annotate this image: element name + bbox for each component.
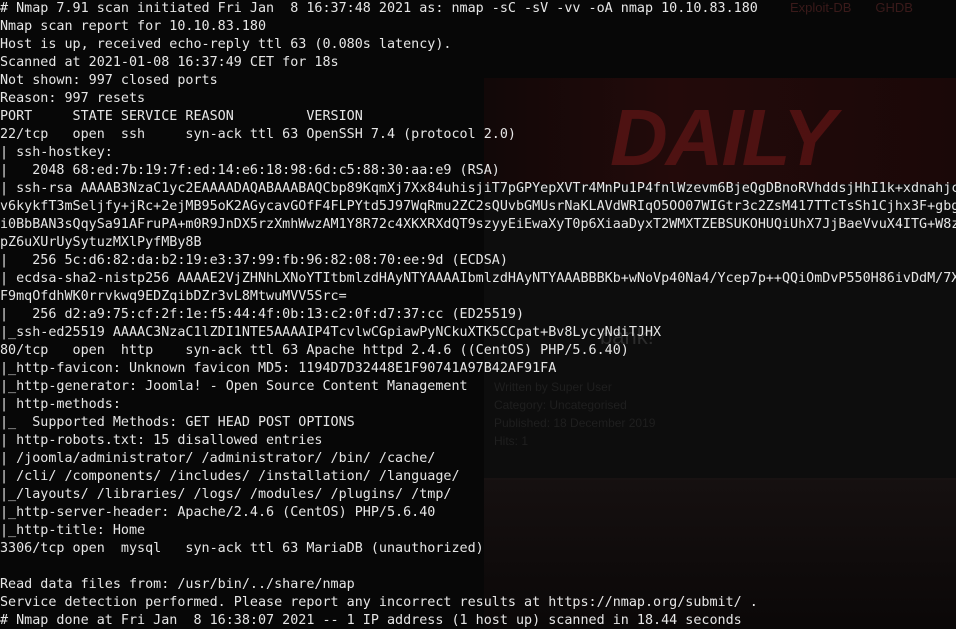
terminal-line: pZ6uXUrUySytuzMXlPyfMBy8B xyxy=(0,235,202,250)
terminal-output: # Nmap 7.91 scan initiated Fri Jan 8 16:… xyxy=(0,0,956,629)
terminal-line: |_ Supported Methods: GET HEAD POST OPTI… xyxy=(0,415,355,430)
terminal-line: PORT STATE SERVICE REASON VERSION xyxy=(0,109,363,124)
terminal-line: Service detection performed. Please repo… xyxy=(0,595,758,610)
terminal-line: | http-methods: xyxy=(0,397,121,412)
terminal-line: |_/layouts/ /libraries/ /logs/ /modules/… xyxy=(0,487,452,502)
terminal-line: | 256 5c:d6:82:da:b2:19:e3:37:99:fb:96:8… xyxy=(0,253,508,268)
terminal-line: | 256 d2:a9:75:cf:2f:1e:f5:44:4f:0b:13:c… xyxy=(0,307,525,322)
terminal-line: # Nmap done at Fri Jan 8 16:38:07 2021 -… xyxy=(0,613,742,628)
terminal-window[interactable]: Exploit-DB GHDB DAILY bank! Written by Su… xyxy=(0,0,956,629)
terminal-line: | /cli/ /components/ /includes/ /install… xyxy=(0,469,460,484)
terminal-line: | ssh-hostkey: xyxy=(0,145,113,160)
terminal-line: 80/tcp open http syn-ack ttl 63 Apache h… xyxy=(0,343,629,358)
terminal-line: v6kykfT3mSeljfy+jRc+2ejMB95oK2AGycavGOfF… xyxy=(0,199,956,214)
terminal-line: | 2048 68:ed:7b:19:7f:ed:14:e6:18:98:6d:… xyxy=(0,163,500,178)
terminal-line: |_http-title: Home xyxy=(0,523,146,538)
terminal-line: 22/tcp open ssh syn-ack ttl 63 OpenSSH 7… xyxy=(0,127,516,142)
terminal-line: i0BbBAN3sQqySa91AFruPA+m0R9JnDX5rzXmhWwz… xyxy=(0,217,956,232)
terminal-line: |_http-server-header: Apache/2.4.6 (Cent… xyxy=(0,505,436,520)
terminal-line: |_ssh-ed25519 AAAAC3NzaC1lZDI1NTE5AAAAIP… xyxy=(0,325,662,340)
terminal-line: F9mqOfdhWK0rrvkwq9EDZqibDZr3vL8MtwuMVV5S… xyxy=(0,289,347,304)
terminal-line: Read data files from: /usr/bin/../share/… xyxy=(0,577,355,592)
terminal-line: Nmap scan report for 10.10.83.180 xyxy=(0,19,267,34)
terminal-line: | ssh-rsa AAAAB3NzaC1yc2EAAAADAQABAAABAQ… xyxy=(0,181,956,196)
terminal-line: |_http-favicon: Unknown favicon MD5: 119… xyxy=(0,361,557,376)
terminal-line: Not shown: 997 closed ports xyxy=(0,73,218,88)
terminal-line: Reason: 997 resets xyxy=(0,91,146,106)
terminal-line: 3306/tcp open mysql syn-ack ttl 63 Maria… xyxy=(0,541,484,556)
terminal-line: | ecdsa-sha2-nistp256 AAAAE2VjZHNhLXNoYT… xyxy=(0,271,956,286)
terminal-line: # Nmap 7.91 scan initiated Fri Jan 8 16:… xyxy=(0,1,758,16)
terminal-line: Host is up, received echo-reply ttl 63 (… xyxy=(0,37,452,52)
terminal-line: | /joomla/administrator/ /administrator/… xyxy=(0,451,436,466)
terminal-line: | http-robots.txt: 15 disallowed entries xyxy=(0,433,323,448)
terminal-line: Scanned at 2021-01-08 16:37:49 CET for 1… xyxy=(0,55,339,70)
terminal-line: |_http-generator: Joomla! - Open Source … xyxy=(0,379,468,394)
